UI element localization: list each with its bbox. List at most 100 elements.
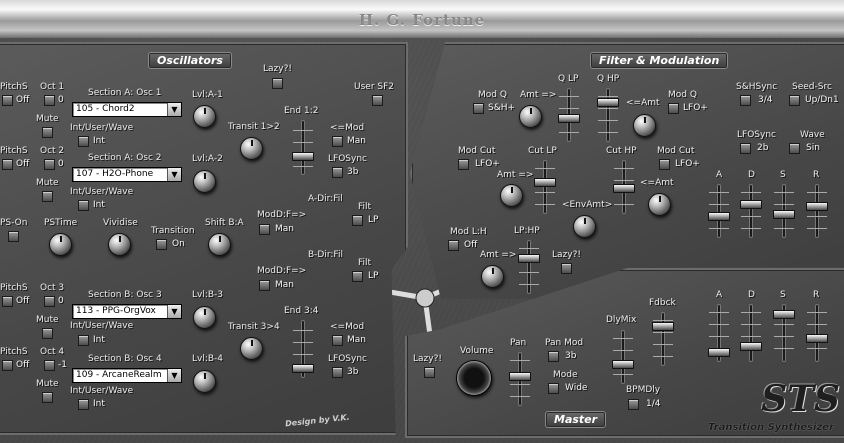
wave-select-4[interactable]: 109 - ArcaneRealm ▼ <box>72 368 182 383</box>
ps-on-button[interactable] <box>8 231 19 242</box>
filt-button-a[interactable] <box>352 215 363 226</box>
mute-button-4[interactable] <box>42 392 53 403</box>
q-hp-slider[interactable] <box>597 88 619 142</box>
lvl-knob-4[interactable] <box>193 370 216 393</box>
mod-lh-label: Mod L:H <box>450 227 487 237</box>
dlymix-slider[interactable] <box>612 330 634 384</box>
oct-button-4[interactable] <box>44 360 55 371</box>
modd-man-button-b[interactable] <box>259 280 270 291</box>
mod-cut-button-left[interactable] <box>458 159 469 170</box>
oct-button-3[interactable] <box>44 296 55 307</box>
panmod-button[interactable] <box>548 351 559 362</box>
bpmdly-value: 1/4 <box>646 399 661 409</box>
flt-env-s-slider[interactable] <box>773 184 795 238</box>
int-button-1[interactable] <box>78 136 89 147</box>
lfosync-button-34[interactable] <box>332 367 343 378</box>
shsync-label: S&HSync <box>736 82 778 92</box>
lfosync-button-12[interactable] <box>332 167 343 178</box>
mute-button-1[interactable] <box>42 127 53 138</box>
user-sf2-button[interactable] <box>372 95 383 106</box>
mst-env-d-slider[interactable] <box>740 304 762 362</box>
brand-subtitle: Transition Synthesizer <box>708 422 835 433</box>
transition-button[interactable] <box>156 239 167 250</box>
amt-lh-knob[interactable] <box>481 265 504 288</box>
mod-man-button-34[interactable] <box>332 335 343 346</box>
wave-select-1[interactable]: 105 - Chord2 ▼ <box>72 102 182 117</box>
oct-button-2[interactable] <box>44 159 55 170</box>
mod-lh-button[interactable] <box>448 240 459 251</box>
osc-lazy-button[interactable] <box>272 78 283 89</box>
end-34-slider[interactable] <box>292 320 314 378</box>
lfosync-value-34: 3b <box>347 367 359 377</box>
oct-button-1[interactable] <box>44 95 55 106</box>
shsync-button[interactable] <box>740 95 751 106</box>
flt-env-d-slider[interactable] <box>740 184 762 238</box>
lvl-knob-2[interactable] <box>193 170 216 193</box>
q-lp-slider[interactable] <box>558 88 580 142</box>
mode-button[interactable] <box>548 383 559 394</box>
flt-env-a-slider[interactable] <box>708 184 730 238</box>
pitchs-button-2[interactable] <box>2 159 13 170</box>
int-button-3[interactable] <box>78 335 89 346</box>
mute-button-3[interactable] <box>42 328 53 339</box>
wave-button[interactable] <box>789 143 800 154</box>
wave-select-2[interactable]: 107 - H2O-Phone ▼ <box>72 167 182 182</box>
amt-q-knob-left[interactable] <box>519 105 542 128</box>
cut-hp-slider[interactable] <box>613 160 635 214</box>
lvl-knob-1[interactable] <box>193 105 216 128</box>
pitchs-button-4[interactable] <box>2 360 13 371</box>
pstime-knob[interactable] <box>49 233 72 256</box>
flt-lfosync-button[interactable] <box>740 143 751 154</box>
volume-knob[interactable] <box>456 360 492 396</box>
vividise-knob[interactable] <box>108 233 131 256</box>
mst-env-s-slider[interactable] <box>773 304 795 362</box>
env-amt-knob[interactable] <box>573 215 596 238</box>
amt-cut-knob-left[interactable] <box>500 184 523 207</box>
mute-button-2[interactable] <box>42 191 53 202</box>
cut-lp-slider[interactable] <box>534 160 556 214</box>
seed-src-value: Up/Dn1 <box>805 95 839 105</box>
int-button-2[interactable] <box>78 200 89 211</box>
flt-env-s-label: S <box>780 170 786 180</box>
wave-select-3[interactable]: 113 - PPG-OrgVox ▼ <box>72 304 182 319</box>
chevron-down-icon[interactable]: ▼ <box>167 369 181 382</box>
shift-ba-knob[interactable] <box>208 233 231 256</box>
int-button-4[interactable] <box>78 399 89 410</box>
mod-q-value-left: S&H+ <box>488 103 516 113</box>
transit-34-knob[interactable] <box>240 337 263 360</box>
flt-lazy-label: Lazy?! <box>552 250 581 260</box>
mst-env-r-slider[interactable] <box>806 304 828 362</box>
oct-label-4: Oct 4 <box>40 347 65 357</box>
int-value-1: Int <box>93 136 105 146</box>
pitchs-button-3[interactable] <box>2 296 13 307</box>
mod-q-button-left[interactable] <box>473 103 484 114</box>
mod-man-button-12[interactable] <box>332 136 343 147</box>
lvl-knob-3[interactable] <box>193 306 216 329</box>
mod-q-button-right[interactable] <box>668 103 679 114</box>
oct-value-4: -1 <box>58 360 67 370</box>
amt-q-knob-right[interactable] <box>633 114 656 137</box>
pan-slider[interactable] <box>509 352 531 406</box>
modd-man-value-b: Man <box>275 280 294 290</box>
modd-man-button-a[interactable] <box>259 224 270 235</box>
panmod-label: Pan Mod <box>545 338 584 348</box>
flt-env-r-slider[interactable] <box>806 184 828 238</box>
mst-env-a-slider[interactable] <box>708 304 730 362</box>
transit-12-knob[interactable] <box>240 137 263 160</box>
filt-button-b[interactable] <box>352 271 363 282</box>
end-12-slider[interactable] <box>292 120 314 175</box>
lphp-slider[interactable] <box>518 240 540 294</box>
fdbck-slider[interactable] <box>652 312 674 366</box>
pitchs-button-1[interactable] <box>2 95 13 106</box>
flt-lazy-button[interactable] <box>561 263 572 274</box>
mst-lazy-button[interactable] <box>424 367 435 378</box>
env-amt-label: <EnvAmt> <box>562 200 613 210</box>
mod-cut-button-right[interactable] <box>659 159 670 170</box>
pstime-label: PSTime <box>44 218 78 228</box>
bpmdly-button[interactable] <box>628 399 639 410</box>
chevron-down-icon[interactable]: ▼ <box>167 305 181 318</box>
amt-cut-knob-right[interactable] <box>648 193 671 216</box>
chevron-down-icon[interactable]: ▼ <box>167 168 181 181</box>
seed-src-button[interactable] <box>789 95 800 106</box>
chevron-down-icon[interactable]: ▼ <box>167 103 181 116</box>
